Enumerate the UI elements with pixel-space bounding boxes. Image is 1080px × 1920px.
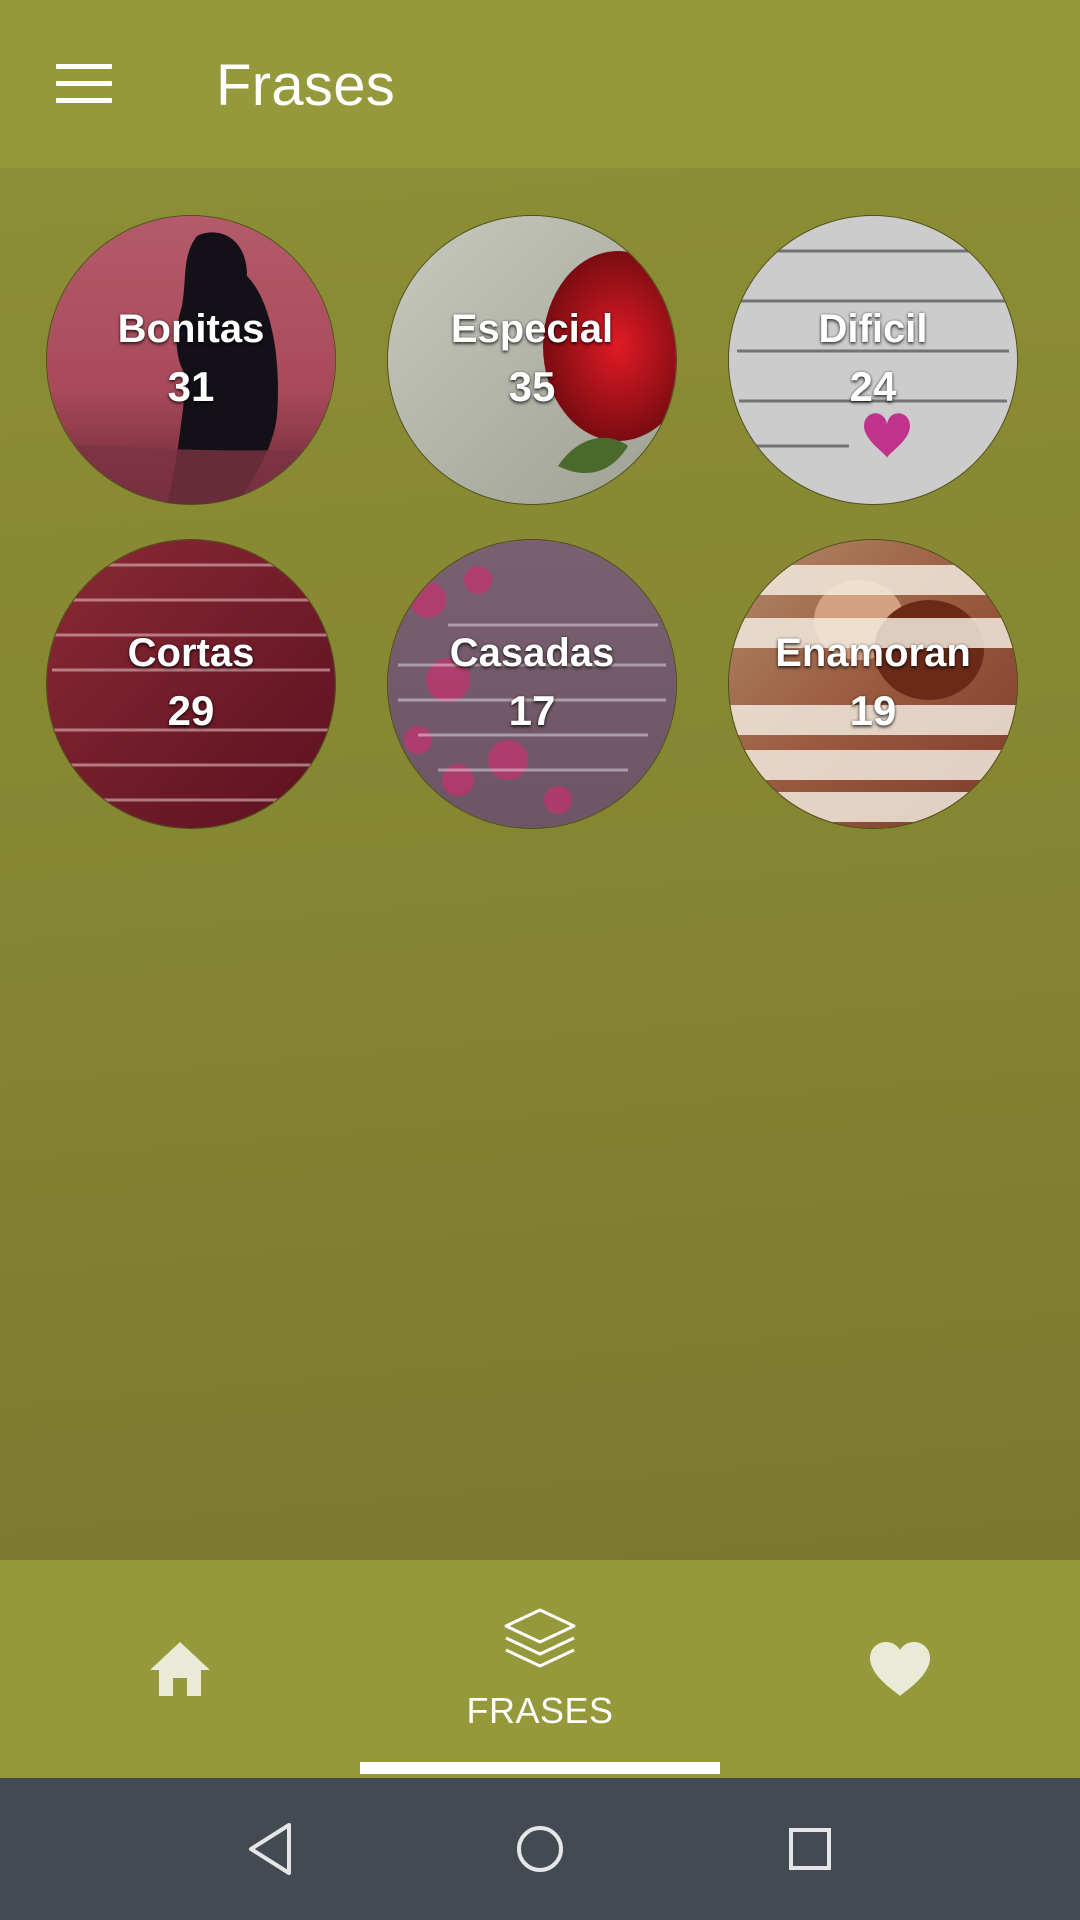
category-cortas[interactable]: Cortas 29: [47, 540, 335, 828]
recents-square-icon: [789, 1828, 831, 1870]
back-button[interactable]: [230, 1809, 310, 1889]
category-bonitas[interactable]: Bonitas 31: [47, 216, 335, 504]
category-count: 35: [508, 363, 556, 410]
category-name: Casadas: [449, 631, 615, 675]
category-enamoran[interactable]: Enamoran 19: [729, 540, 1017, 828]
heart-icon: [870, 1642, 930, 1696]
category-name: Dificil: [818, 307, 928, 351]
category-name: Enamoran: [775, 631, 971, 675]
home-circle-icon: [517, 1826, 563, 1872]
hamburger-menu-icon[interactable]: [40, 46, 128, 122]
bottom-tab-bar: FRASES: [0, 1560, 1080, 1778]
category-especial[interactable]: Especial 35: [388, 216, 676, 504]
category-dificil[interactable]: Dificil 24: [729, 216, 1017, 504]
home-button[interactable]: [500, 1809, 580, 1889]
category-count: 17: [508, 687, 556, 734]
recents-button[interactable]: [770, 1809, 850, 1889]
tab-label: FRASES: [466, 1690, 614, 1731]
tab-home[interactable]: [0, 1560, 360, 1778]
tab-favorites[interactable]: [720, 1560, 1080, 1778]
top-app-bar: Frases: [0, 0, 1080, 168]
category-count: 29: [167, 687, 215, 734]
category-name: Especial: [450, 307, 614, 351]
category-count: 19: [849, 687, 897, 734]
page-title: Frases: [216, 53, 396, 118]
back-triangle-icon: [249, 1823, 291, 1875]
category-count: 31: [167, 363, 215, 410]
tab-frases[interactable]: FRASES: [360, 1560, 720, 1778]
layers-icon: [504, 1608, 576, 1668]
home-icon: [150, 1642, 210, 1696]
category-casadas[interactable]: Casadas 17: [388, 540, 676, 828]
category-name: Cortas: [127, 631, 255, 675]
categories-grid: Bonitas 31 Especial 35 Dificil 24 Cortas…: [0, 168, 1080, 1560]
category-name: Bonitas: [117, 307, 265, 351]
category-count: 24: [849, 363, 897, 410]
system-nav-bar: [0, 1778, 1080, 1920]
selected-tab-indicator: [360, 1762, 720, 1774]
